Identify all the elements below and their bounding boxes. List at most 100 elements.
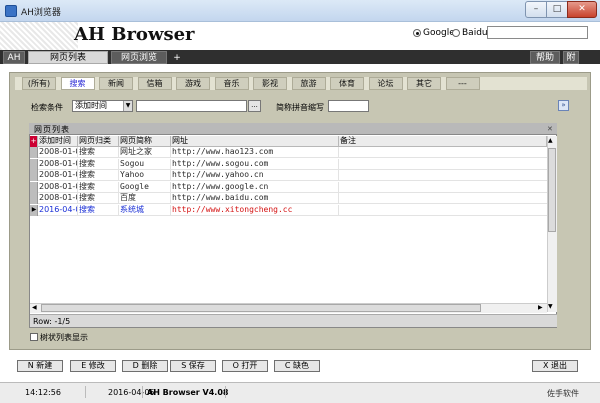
tab-page-list[interactable]: 网页列表 — [28, 51, 108, 64]
engine-google-label[interactable]: Google — [423, 28, 455, 38]
brand-logo: 佐手软件 — [547, 389, 579, 398]
category-tab[interactable]: --- — [445, 77, 480, 90]
table-row[interactable]: 2008-01-01搜索Sogouhttp://www.sogou.com — [30, 158, 547, 170]
cell-note — [339, 170, 547, 181]
tab-page-browse[interactable]: 网页浏览 — [111, 51, 167, 64]
cell-name: Yahoo — [119, 170, 171, 181]
cell-name: 系统城 — [119, 204, 171, 216]
new-button[interactable]: N 新建 — [17, 360, 63, 372]
engine-baidu-label[interactable]: Baidu — [462, 28, 488, 38]
engine-baidu-radio[interactable] — [452, 29, 460, 37]
cell-name: 百度 — [119, 193, 171, 204]
cell-note — [339, 159, 547, 170]
close-button[interactable]: ✕ — [567, 1, 597, 18]
status-time: 14:12:56 — [25, 388, 61, 397]
filter-browse-button[interactable]: ... — [248, 100, 261, 112]
category-tab[interactable]: 旅游 — [291, 77, 326, 90]
maximize-button[interactable]: □ — [546, 1, 568, 18]
table-row[interactable]: ▶2016-04-06搜索系统城http://www.xitongcheng.c… — [30, 204, 547, 216]
app-logo: AH Browser — [74, 24, 195, 45]
row-indicator[interactable] — [30, 158, 38, 170]
exit-button[interactable]: X 退出 — [532, 360, 578, 372]
row-indicator[interactable] — [30, 170, 38, 181]
cell-url: http://www.sogou.com — [171, 158, 339, 170]
cell-time: 2016-04-06 — [38, 204, 78, 216]
row-indicator[interactable] — [30, 193, 38, 204]
scroll-down-icon[interactable]: ▼ — [548, 303, 553, 310]
color-button[interactable]: C 缺色 — [274, 360, 320, 372]
cell-time: 2008-01-01 — [38, 147, 78, 158]
cell-category: 搜索 — [78, 193, 119, 204]
add-row-icon[interactable]: + — [30, 136, 38, 147]
app-icon — [5, 5, 17, 17]
horizontal-scroll-thumb[interactable] — [41, 304, 481, 312]
category-tab[interactable]: 其它 — [407, 77, 441, 90]
filter-value-input[interactable] — [136, 100, 247, 112]
category-tab[interactable]: 搜索 — [60, 77, 95, 90]
grid-title-bar — [29, 123, 557, 135]
engine-google-radio[interactable] — [413, 29, 421, 37]
category-tab[interactable]: 新闻 — [99, 77, 133, 90]
cell-note — [339, 205, 547, 216]
cell-note — [339, 182, 547, 193]
cell-time: 2008-01-01 — [38, 158, 78, 170]
category-tab[interactable]: 信箱 — [137, 77, 172, 90]
category-tab[interactable]: (所有) — [22, 77, 56, 90]
cell-category: 搜索 — [78, 170, 119, 181]
scroll-left-icon[interactable]: ◀ — [32, 304, 37, 311]
filter-label: 检索条件 — [31, 103, 63, 112]
cell-name: Sogou — [119, 158, 171, 170]
cell-category: 搜索 — [78, 147, 119, 158]
help-button[interactable]: 帮助 — [530, 51, 560, 64]
category-tab[interactable]: 体育 — [330, 77, 364, 90]
column-header-note[interactable]: 备注 — [339, 136, 547, 147]
table-row[interactable]: 2008-01-01搜索Yahoohttp://www.yahoo.cn — [30, 170, 547, 181]
search-input[interactable] — [487, 26, 588, 39]
close-icon[interactable]: ✕ — [547, 125, 553, 133]
category-tab[interactable]: 音乐 — [214, 77, 249, 90]
cell-url: http://www.yahoo.cn — [171, 170, 339, 181]
cell-url: http://www.baidu.com — [171, 193, 339, 204]
grid-status-bar — [30, 314, 557, 327]
table-row[interactable]: 2008-01-01搜索网址之家http://www.hao123.com — [30, 147, 547, 158]
status-divider — [225, 386, 226, 398]
scroll-right-icon[interactable]: ▶ — [538, 304, 543, 311]
cell-name: 网址之家 — [119, 147, 171, 158]
save-button[interactable]: S 保存 — [170, 360, 216, 372]
minimize-button[interactable]: – — [525, 1, 547, 18]
delete-button[interactable]: D 删除 — [122, 360, 168, 372]
cell-name: Google — [119, 181, 171, 193]
table-row[interactable]: 2008-01-01搜索Googlehttp://www.google.cn — [30, 181, 547, 193]
column-header-category[interactable]: 网页归类 — [78, 136, 119, 147]
cell-time: 2008-01-01 — [38, 170, 78, 181]
category-tab[interactable]: 影视 — [253, 77, 287, 90]
tree-view-checkbox[interactable] — [30, 333, 38, 341]
add-tab-button[interactable]: + — [169, 51, 185, 64]
column-header-time[interactable]: 添加时间 — [38, 136, 78, 147]
column-header-name[interactable]: 网页简称 — [119, 136, 171, 147]
column-header-url[interactable]: 网址 — [171, 136, 339, 147]
vertical-scroll-thumb[interactable] — [548, 148, 556, 232]
status-divider — [85, 386, 86, 398]
category-tab[interactable]: 论坛 — [368, 77, 403, 90]
row-indicator[interactable] — [30, 147, 38, 158]
expand-icon[interactable]: » — [558, 100, 569, 111]
row-indicator[interactable] — [30, 181, 38, 193]
cell-url: http://www.google.cn — [171, 181, 339, 193]
cell-time: 2008-01-01 — [38, 193, 78, 204]
open-button[interactable]: O 打开 — [222, 360, 268, 372]
tab-ah[interactable]: AH — [3, 51, 25, 64]
pinyin-input[interactable] — [328, 100, 369, 112]
row-indicator[interactable]: ▶ — [30, 204, 38, 216]
tree-view-label[interactable]: 树状列表显示 — [40, 332, 88, 343]
help-extra-button[interactable]: 附 — [563, 51, 579, 64]
cell-url: http://www.xitongcheng.cc — [171, 204, 339, 216]
pinyin-label: 简称拼音缩写 — [276, 103, 324, 112]
chevron-down-icon[interactable]: ▼ — [123, 101, 132, 111]
scroll-up-icon[interactable]: ▲ — [548, 137, 553, 144]
row-count: Row: -1/5 — [33, 317, 71, 326]
cell-category: 搜索 — [78, 204, 119, 216]
table-row[interactable]: 2008-01-01搜索百度http://www.baidu.com — [30, 193, 547, 204]
edit-button[interactable]: E 修改 — [70, 360, 116, 372]
category-tab[interactable]: 游戏 — [176, 77, 210, 90]
